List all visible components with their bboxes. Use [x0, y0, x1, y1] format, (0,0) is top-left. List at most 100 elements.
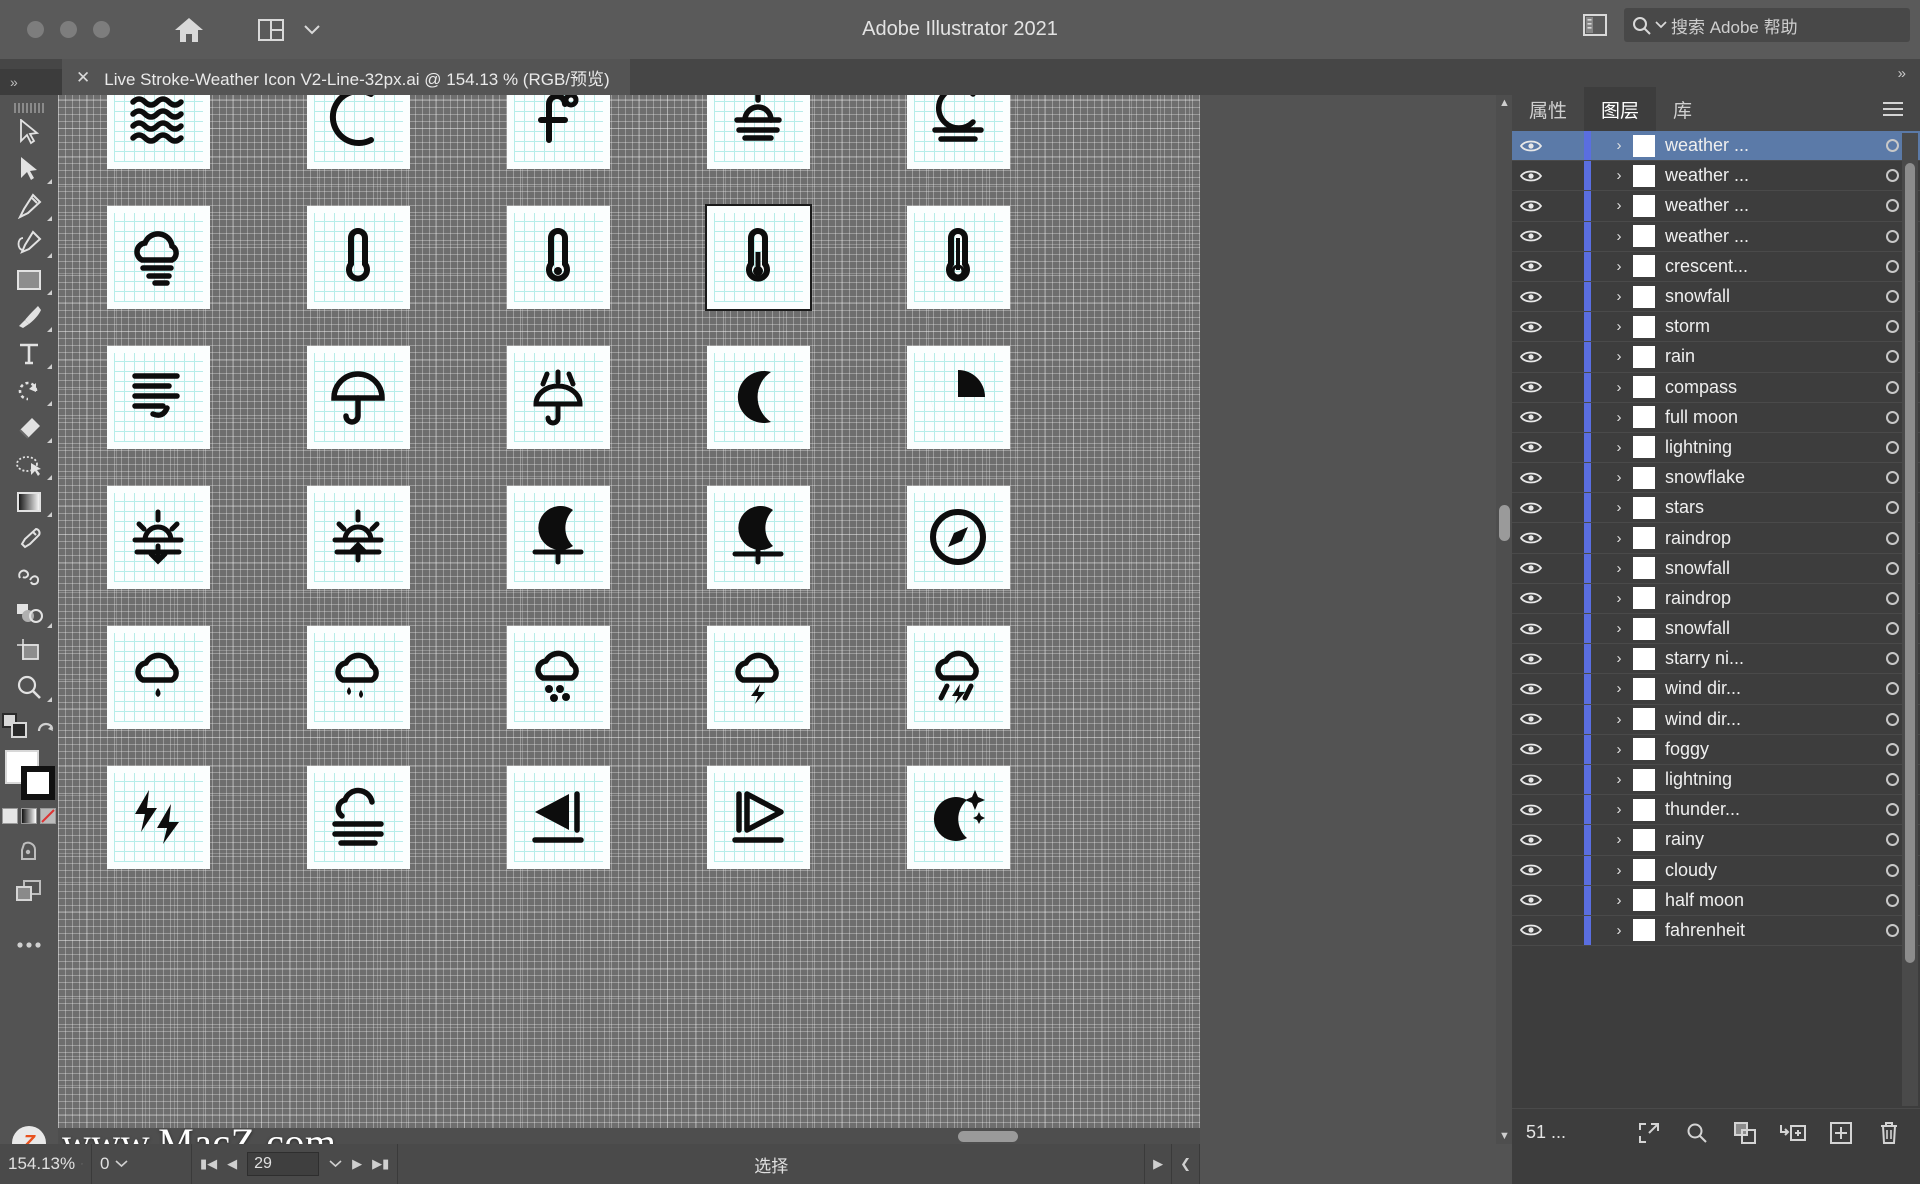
locate-object-icon[interactable] [1636, 1120, 1662, 1146]
panel-menu-icon[interactable] [1866, 87, 1920, 131]
layer-visibility-icon[interactable] [1512, 320, 1550, 334]
layer-expand-chevron-icon[interactable]: › [1605, 741, 1633, 758]
layers-list[interactable]: › weather ... › weather ... › weather ... › wea… [1512, 131, 1920, 1108]
selection-tool[interactable] [3, 114, 55, 150]
layer-expand-chevron-icon[interactable]: › [1605, 771, 1633, 788]
layer-visibility-icon[interactable] [1512, 169, 1550, 183]
layer-visibility-icon[interactable] [1512, 531, 1550, 545]
artboard-cell[interactable] [288, 607, 428, 747]
layer-expand-chevron-icon[interactable]: › [1605, 560, 1633, 577]
artboard-number-input[interactable]: 29 [247, 1152, 320, 1176]
rain-cloud-2-icon[interactable] [306, 625, 410, 729]
layer-row[interactable]: › snowflake [1512, 463, 1920, 494]
direct-selection-tool[interactable] [3, 151, 55, 187]
layer-visibility-icon[interactable] [1512, 471, 1550, 485]
artboard-cell[interactable] [888, 607, 1028, 747]
layer-expand-chevron-icon[interactable]: › [1605, 348, 1633, 365]
blend-tool[interactable] [3, 558, 55, 594]
thermometer-high-icon[interactable] [906, 205, 1010, 309]
layer-visibility-icon[interactable] [1512, 290, 1550, 304]
artboard-cell[interactable] [88, 467, 228, 607]
minimize-window-button[interactable] [60, 21, 77, 38]
layer-expand-chevron-icon[interactable]: › [1605, 439, 1633, 456]
artboard-cell[interactable] [488, 95, 628, 187]
layer-row[interactable]: › full moon [1512, 402, 1920, 433]
layer-row[interactable]: › wind dir... [1512, 674, 1920, 705]
delete-layer-icon[interactable] [1876, 1120, 1902, 1146]
crescent-outline-icon[interactable] [306, 95, 410, 169]
scroll-down-arrow-icon[interactable]: ▼ [1499, 1130, 1510, 1142]
artboard-cell[interactable] [688, 95, 828, 187]
stroke-swatch[interactable] [21, 766, 55, 800]
document-tab[interactable]: ✕ Live Stroke-Weather Icon V2-Line-32px.… [62, 59, 630, 95]
layer-expand-chevron-icon[interactable]: › [1605, 590, 1633, 607]
layer-row[interactable]: › raindrop [1512, 523, 1920, 554]
screen-mode-icon[interactable] [3, 836, 55, 872]
layer-visibility-icon[interactable] [1512, 139, 1550, 153]
layer-visibility-icon[interactable] [1512, 259, 1550, 273]
artboard-cell[interactable] [288, 467, 428, 607]
rain-cloud-icon[interactable] [106, 625, 210, 729]
layer-expand-chevron-icon[interactable]: › [1605, 288, 1633, 305]
layer-visibility-icon[interactable] [1512, 622, 1550, 636]
layer-row[interactable]: › weather ... [1512, 161, 1920, 192]
fahrenheit-icon[interactable] [506, 95, 610, 169]
layer-row[interactable]: › foggy [1512, 734, 1920, 765]
layer-row[interactable]: › cloudy [1512, 855, 1920, 886]
thunder-rain-icon[interactable] [906, 625, 1010, 729]
thermometer-icon[interactable] [306, 205, 410, 309]
layer-visibility-icon[interactable] [1512, 893, 1550, 907]
current-tool-label[interactable]: 选择 [398, 1144, 1146, 1184]
artboard-canvas[interactable] [58, 95, 1200, 1144]
waning-moon-icon[interactable] [906, 345, 1010, 449]
artboard-cell[interactable] [688, 467, 828, 607]
layer-expand-chevron-icon[interactable]: › [1605, 680, 1633, 697]
artboard-cell[interactable] [88, 95, 228, 187]
rotate-tool[interactable] [3, 373, 55, 409]
layer-row[interactable]: › storm [1512, 312, 1920, 343]
layer-row[interactable]: › snowfall [1512, 614, 1920, 645]
layer-visibility-icon[interactable] [1512, 380, 1550, 394]
layer-row[interactable]: › compass [1512, 372, 1920, 403]
sunrise-fog-icon[interactable] [706, 95, 810, 169]
shaper-tool[interactable] [3, 447, 55, 483]
panel-collapse-bar[interactable]: » [1512, 59, 1920, 87]
layer-visibility-icon[interactable] [1512, 229, 1550, 243]
layer-visibility-icon[interactable] [1512, 440, 1550, 454]
layers-scroll-thumb[interactable] [1905, 163, 1915, 963]
status-nav-next[interactable]: ▶ [1145, 1144, 1173, 1184]
layer-expand-chevron-icon[interactable]: › [1605, 530, 1633, 547]
layer-visibility-icon[interactable] [1512, 199, 1550, 213]
layer-expand-chevron-icon[interactable]: › [1605, 862, 1633, 879]
moonset-icon[interactable] [706, 485, 810, 589]
horizontal-scroll-thumb[interactable] [958, 1131, 1018, 1142]
wind-right-icon[interactable] [706, 765, 810, 869]
layer-row[interactable]: › rain [1512, 342, 1920, 373]
layer-row[interactable]: › fahrenheit [1512, 915, 1920, 947]
make-clipping-mask-icon[interactable] [1732, 1120, 1758, 1146]
zoom-level-control[interactable]: 154.13% [0, 1144, 92, 1184]
layer-visibility-icon[interactable] [1512, 652, 1550, 666]
artboard-cell[interactable] [888, 187, 1028, 327]
thunder-cloud-icon[interactable] [706, 625, 810, 729]
umbrella-rain-icon[interactable] [506, 345, 610, 449]
layer-expand-chevron-icon[interactable]: › [1605, 228, 1633, 245]
gradient-tool[interactable] [3, 484, 55, 520]
color-swatch-button[interactable] [2, 808, 18, 824]
layer-visibility-icon[interactable] [1512, 742, 1550, 756]
artboard-cell[interactable] [88, 607, 228, 747]
crescent-moon-icon[interactable] [706, 345, 810, 449]
layer-expand-chevron-icon[interactable]: › [1605, 137, 1633, 154]
layer-row[interactable]: › snowfall [1512, 281, 1920, 313]
layer-expand-chevron-icon[interactable]: › [1605, 650, 1633, 667]
artboard-cell[interactable] [688, 607, 828, 747]
tab-libraries[interactable]: 库 [1656, 87, 1709, 131]
tab-properties[interactable]: 属性 [1512, 87, 1584, 131]
layer-expand-chevron-icon[interactable]: › [1605, 831, 1633, 848]
layer-row[interactable]: › raindrop [1512, 583, 1920, 614]
artboard-cell[interactable] [688, 747, 828, 887]
layer-expand-chevron-icon[interactable]: › [1605, 379, 1633, 396]
last-artboard-icon[interactable]: ▶▮ [372, 1156, 389, 1172]
status-nav-prev[interactable]: ❮ [1172, 1144, 1200, 1184]
new-layer-icon[interactable] [1828, 1120, 1854, 1146]
